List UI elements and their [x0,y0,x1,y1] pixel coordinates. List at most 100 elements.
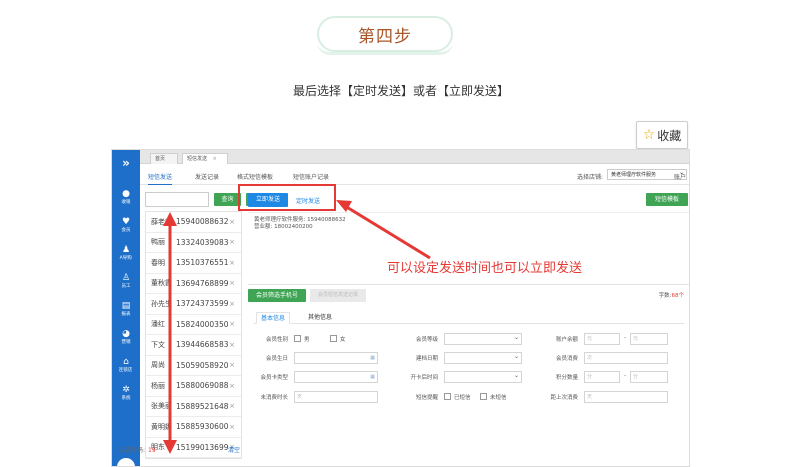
account-link[interactable]: 账户 [674,172,686,181]
field-card-type: 会员卡类型 [248,371,398,385]
list-item[interactable]: 孙先生 13724373599 × [146,294,241,315]
list-item[interactable]: 董秋霞 13694768899 × [146,274,241,294]
sidebar-item-guide[interactable]: ♟ A导购 [112,240,140,268]
last-visit-input[interactable]: 天 [584,391,668,403]
tab-basic-info[interactable]: 基本信息 [256,312,291,324]
tab-home[interactable]: 首页 [150,153,178,164]
app-screenshot: » ● 收银 ♥ 会员 ♟ A导购 ♙ 员工 ▤ 报表 ◕ 营销 ⌂ 连锁店 ✲ 系统 首页 短… [111,149,690,467]
last-consume-input[interactable]: 天 [294,391,378,403]
contact-name: 杨丽 [151,381,165,390]
contact-phone: 13324039083 [176,237,229,247]
sms-template-button[interactable]: 短信模板 [646,193,688,206]
balance-from-input[interactable]: 元 [584,333,620,345]
remove-icon[interactable]: × [229,259,235,267]
contact-phone: 15889521648 [176,401,229,411]
step-label: 第四步 [358,26,412,47]
contact-phone: 15885930600 [176,422,229,432]
sidebar-item-marketing[interactable]: ◕ 营销 [112,324,140,352]
unactivated-checkbox[interactable] [480,393,487,400]
heart-icon: ♥ [121,217,131,227]
list-item[interactable]: 杨丽 15880069088 × [146,376,241,397]
remove-icon[interactable]: × [229,300,235,308]
report-icon: ▤ [121,301,131,311]
avatar[interactable] [117,458,135,466]
remove-icon[interactable]: × [229,341,235,349]
subnav-send-log[interactable]: 发送记录 [195,172,219,181]
contact-phone: 13510376551 [176,258,229,268]
sub-navigation: 短信发送 发送记录 格式短信模板 短信账户记录 选择店铺: 黄老师理疗软件服务 … [140,165,689,185]
field-card-date: 开卡后时间 [398,370,538,385]
list-item[interactable]: 薛老师 15940088632 × [146,212,241,233]
contact-phone: 15199013699 [176,442,229,452]
list-item[interactable]: 黄明娜 15885930600 × [146,417,241,438]
search-input[interactable] [145,192,209,207]
balance-to-input[interactable]: 元 [630,333,668,345]
sidebar-item-system[interactable]: ✲ 系统 [112,380,140,408]
birthday-input[interactable] [294,352,378,364]
contact-name: 黄明娜 [151,422,172,431]
create-date-select[interactable] [444,351,522,364]
sidebar-item-cashier[interactable]: ● 收银 [112,184,140,212]
char-count: 字数:68个 [658,293,684,299]
contact-name: 薛老师 [151,217,172,226]
selected-count: 已选号码: 19 [119,447,156,454]
contact-name: 周尚 [151,361,165,370]
remove-icon[interactable]: × [229,402,235,410]
list-item[interactable]: 鸭丽 13324039083 × [146,233,241,253]
field-points: 积分数量 分 - 分 [538,371,688,385]
annotation-text: 可以设定发送时间也可以立即发送 [387,261,583,276]
cash-icon: ● [122,189,130,199]
list-item[interactable]: 周尚 15059058920 × [146,356,241,376]
sidebar-toggle[interactable]: » [112,156,140,170]
points-from-input[interactable]: 分 [584,371,620,383]
gear-icon: ✲ [122,385,130,395]
remove-icon[interactable]: × [229,279,235,287]
points-to-input[interactable]: 分 [630,371,668,383]
card-type-select[interactable] [294,371,378,383]
consume-count-input[interactable]: 次 [584,352,668,364]
male-checkbox[interactable] [294,335,301,342]
contact-name: 潘红 [151,320,165,329]
contact-phone: 15880069088 [176,381,229,391]
favorite-button[interactable]: ☆ 收藏 [636,121,688,149]
list-item[interactable]: 春明 13510376551 × [146,253,241,274]
activated-checkbox[interactable] [444,393,451,400]
filter-tab-records[interactable]: 会员短信发送记录 [310,289,366,302]
instruction-subtitle: 最后选择【定时发送】或者【立即发送】 [292,84,509,98]
clear-link[interactable]: 清空 [228,445,240,454]
highlight-box [238,184,336,211]
search-button[interactable]: 查询 [214,193,241,206]
contact-name: 孙先生 [151,299,172,308]
sidebar-item-staff[interactable]: ♙ 员工 [112,268,140,296]
sidebar-item-chain[interactable]: ⌂ 连锁店 [112,352,140,380]
remove-icon[interactable]: × [229,320,235,328]
subnav-template[interactable]: 格式短信模板 [237,172,273,181]
field-gender: 会员性别 男 女 [265,335,346,343]
list-item[interactable]: 明东 15199013699 × [146,438,241,458]
contact-phone: 13694768899 [176,278,229,288]
remove-icon[interactable]: × [229,361,235,369]
field-card-level: 会员等级 [398,332,538,347]
female-checkbox[interactable] [330,335,337,342]
list-item[interactable]: 潘红 15824000350 × [146,315,241,335]
remove-icon[interactable]: × [229,382,235,390]
tab-other-info[interactable]: 其他信息 [304,312,336,324]
subnav-account-log[interactable]: 短信账户记录 [293,172,329,181]
list-item[interactable]: 下文 13944668583 × [146,335,241,356]
remove-icon[interactable]: × [229,218,235,226]
card-date-select[interactable] [444,370,522,383]
subnav-sms-send[interactable]: 短信发送 [148,172,173,185]
tab-close-icon[interactable]: × [213,156,217,162]
remove-icon[interactable]: × [229,423,235,431]
tab-sms-send[interactable]: 短信发送 × [182,153,228,164]
contact-phone: 15940088632 [176,217,229,227]
list-item[interactable]: 张美丽 15889521648 × [146,397,241,417]
sidebar-item-member[interactable]: ♥ 会员 [112,212,140,240]
remove-icon[interactable]: × [229,238,235,246]
field-balance: 账户余额 元 - 元 [538,333,688,347]
field-activation: 短信提醒 已短信 未短信 [415,393,507,401]
card-level-select[interactable] [444,332,522,345]
sidebar-item-report[interactable]: ▤ 报表 [112,296,140,324]
filter-tab-members[interactable]: 会员筛选手机号 [248,289,306,302]
filter-inner-tabs: 基本信息 其他信息 [254,312,684,324]
